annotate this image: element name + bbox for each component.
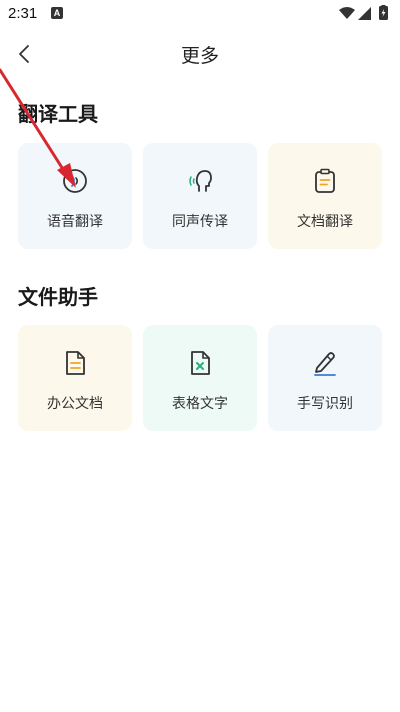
status-time: 2:31: [8, 5, 38, 22]
card-simultaneous-interpretation[interactable]: 同声传译: [143, 143, 257, 249]
office-document-icon: [61, 349, 89, 377]
card-label: 文档翻译: [297, 214, 353, 230]
card-label: 同声传译: [172, 214, 228, 230]
simultaneous-interpretation-icon: [186, 167, 214, 195]
document-translate-icon: [311, 167, 339, 195]
card-label: 手写识别: [297, 396, 353, 412]
handwriting-recognition-icon: [311, 349, 339, 377]
card-handwriting-recognition[interactable]: 手写识别: [268, 325, 382, 431]
card-spreadsheet-text[interactable]: 表格文字: [143, 325, 257, 431]
notification-icon: A: [51, 7, 63, 19]
section-title-translation-tools: 翻译工具: [18, 102, 98, 126]
card-voice-translate[interactable]: 语音翻译: [18, 143, 132, 249]
cellular-signal-icon: [358, 7, 371, 20]
status-icons: [338, 5, 394, 21]
card-label: 办公文档: [47, 396, 103, 412]
card-document-translate[interactable]: 文档翻译: [268, 143, 382, 249]
wifi-icon: [339, 7, 355, 19]
battery-icon: [379, 5, 388, 20]
status-bar: 2:31 A: [0, 0, 400, 28]
page-title: 更多: [180, 45, 219, 67]
card-label: 语音翻译: [47, 214, 103, 230]
spreadsheet-text-icon: [186, 349, 214, 377]
header-bar: 更多: [0, 30, 400, 76]
card-office-document[interactable]: 办公文档: [18, 325, 132, 431]
voice-translate-icon: [61, 167, 89, 195]
card-label: 表格文字: [172, 396, 228, 412]
section-title-file-assistant: 文件助手: [18, 285, 98, 309]
